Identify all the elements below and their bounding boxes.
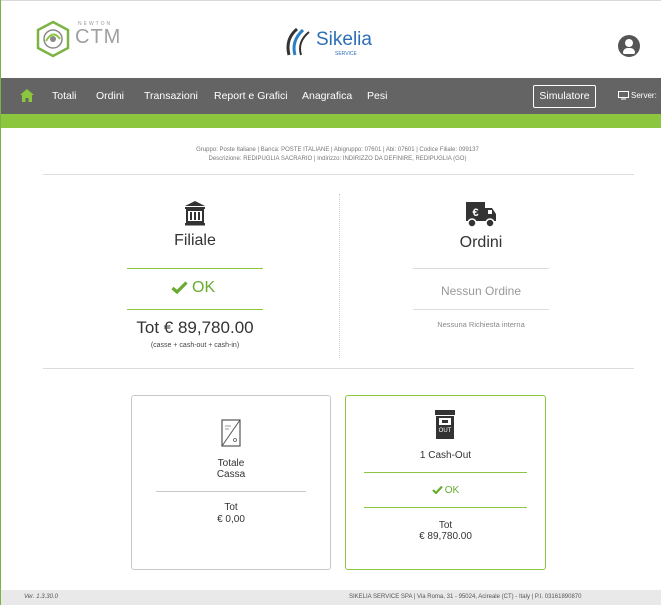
cashout-status-label: OK [444, 485, 460, 496]
app-footer: Ver. 1.3.30.0 SIKELIA SERVICE SPA | Via … [1, 590, 661, 605]
atm-out-icon-text: OUT [438, 428, 452, 434]
cash-register-icon [221, 419, 241, 447]
cashout-tot-value: € 89,780.00 [419, 531, 472, 542]
cashout-status: OK [346, 485, 545, 496]
filiale-line-top [127, 268, 263, 269]
nav-item-report-e-grafici[interactable]: Report e Grafici [214, 78, 288, 114]
cash-out-card[interactable]: OUT 1 Cash-Out OK Tot € 89,780.00 [345, 395, 546, 570]
ordini-line-bottom [413, 309, 549, 310]
cassa-tot-label: Tot [224, 502, 238, 513]
svg-text:€: € [472, 207, 478, 219]
totale-cassa-card[interactable]: Totale Cassa Tot € 0,00 [131, 395, 331, 570]
section-vertical-divider [339, 194, 340, 358]
nav-item-ordini[interactable]: Ordini [96, 78, 124, 114]
home-icon[interactable] [20, 89, 34, 102]
cashout-line-bottom [364, 507, 527, 508]
filiale-status: OK [171, 279, 215, 297]
nav-item-anagrafica[interactable]: Anagrafica [302, 78, 352, 114]
branch-info-line-2: Descrizione: REDIPUGLIA SACRARIO | Indir… [208, 156, 467, 162]
filiale-title: Filiale [174, 232, 216, 249]
version-label: Ver. 1.3.30.0 [24, 594, 58, 600]
server-indicator[interactable]: Server: [618, 78, 657, 114]
company-info: SIKELIA SERVICE SPA | Via Roma, 31 - 950… [349, 594, 582, 600]
check-icon-small [431, 485, 443, 495]
cashout-line-top [364, 472, 527, 473]
cashout-title: 1 Cash-Out [419, 450, 472, 461]
ordini-title: Ordini [459, 234, 503, 251]
nav-item-transazioni[interactable]: Transazioni [144, 78, 198, 114]
accent-green-bar [1, 114, 661, 128]
nav-item-totali[interactable]: Totali [52, 78, 77, 114]
branch-info-line-1: Gruppo: Poste Italiane | Banca: POSTE IT… [196, 147, 479, 153]
ordini-section: € Ordini [413, 200, 549, 252]
cashout-tot-label: Tot [438, 520, 453, 531]
filiale-line-bottom [127, 309, 263, 310]
ordini-status: Nessun Ordine [440, 284, 522, 298]
filiale-total: Tot € 89,780.00 [136, 318, 254, 337]
app-header: NEWTON CTM Sikelia SERVICE [1, 0, 661, 78]
atm-out-icon: OUT [434, 410, 456, 440]
ctm-logo-text: CTM [75, 26, 122, 48]
ordini-line-top [413, 268, 549, 269]
sikelia-service-logo[interactable]: Sikelia SERVICE [283, 23, 393, 63]
ordini-note: Nessuna Richiesta interna [437, 320, 525, 329]
filiale-total-note: (casse + cash-out + cash-in) [150, 342, 240, 349]
cassa-title-line-2: Cassa [216, 469, 246, 480]
monitor-icon [618, 91, 629, 100]
sikelia-logo-text: Sikelia [316, 29, 372, 50]
user-avatar-icon[interactable] [618, 35, 640, 57]
delivery-truck-euro-icon: € [466, 202, 496, 228]
server-label: Server: [631, 91, 657, 100]
sikelia-logo-subtext: SERVICE [335, 51, 357, 57]
branch-info: Gruppo: Poste Italiane | Banca: POSTE IT… [41, 146, 634, 164]
main-navbar: Totali Ordini Transazioni Report e Grafi… [1, 78, 661, 114]
sikelia-swirl-icon [286, 27, 310, 56]
cassa-title-line-1: Totale [217, 458, 245, 469]
check-icon [171, 281, 188, 295]
newton-ctm-logo[interactable]: NEWTON CTM [33, 19, 133, 59]
bank-building-icon [185, 201, 205, 226]
cassa-divider [156, 491, 306, 492]
cassa-tot-value: € 0,00 [217, 514, 245, 525]
divider-middle [43, 368, 634, 369]
divider-top [43, 174, 634, 175]
app-frame: NEWTON CTM Sikelia SERVICE Totali Ordini… [0, 0, 661, 605]
filiale-status-label: OK [192, 279, 216, 296]
simulatore-button[interactable]: Simulatore [533, 85, 596, 108]
nav-item-pesi[interactable]: Pesi [367, 78, 387, 114]
filiale-section: Filiale [127, 200, 263, 250]
